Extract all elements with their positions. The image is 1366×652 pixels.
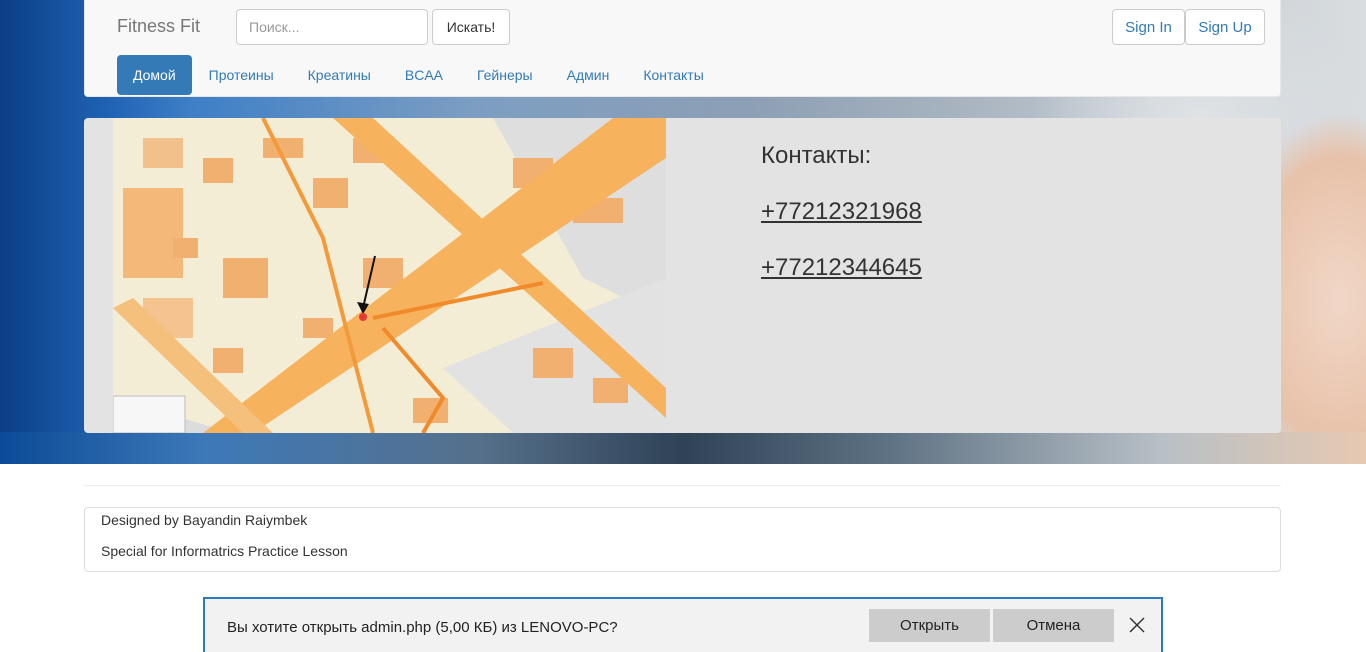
close-icon[interactable] bbox=[1127, 615, 1147, 635]
brand-logo[interactable]: Fitness Fit bbox=[117, 16, 200, 37]
tab-gainers[interactable]: Гейнеры bbox=[460, 55, 550, 95]
cancel-download-button[interactable]: Отмена bbox=[993, 609, 1114, 642]
divider bbox=[84, 485, 1281, 486]
phone-link-2[interactable]: +77212344645 bbox=[761, 254, 922, 282]
search-input[interactable] bbox=[236, 9, 428, 45]
footer-note: Special for Informatrics Practice Lesson bbox=[101, 543, 348, 559]
tab-bcaa[interactable]: BCAA bbox=[388, 55, 460, 95]
nav-tabs: Домой Протеины Креатины BCAA Гейнеры Адм… bbox=[117, 55, 721, 95]
open-file-button[interactable]: Открыть bbox=[869, 609, 990, 642]
navbar: Fitness Fit Искать! Sign In Sign Up Домо… bbox=[84, 0, 1281, 97]
phone-link-1[interactable]: +77212321968 bbox=[761, 198, 922, 226]
footer-credit: Designed by Bayandin Raiymbek bbox=[101, 512, 308, 528]
download-prompt-bar: Вы хотите открыть admin.php (5,00 КБ) из… bbox=[203, 597, 1163, 652]
tab-contacts[interactable]: Контакты bbox=[626, 55, 720, 95]
download-prompt-message: Вы хотите открыть admin.php (5,00 КБ) из… bbox=[227, 619, 618, 636]
contacts-block: Контакты: +77212321968 +77212344645 bbox=[761, 142, 922, 310]
sign-up-button[interactable]: Sign Up bbox=[1185, 9, 1265, 45]
tab-proteins[interactable]: Протеины bbox=[192, 55, 291, 95]
contacts-jumbotron: Контакты: +77212321968 +77212344645 bbox=[84, 118, 1281, 433]
search-button[interactable]: Искать! bbox=[432, 9, 510, 45]
tab-home[interactable]: Домой bbox=[117, 55, 192, 95]
location-map-image bbox=[113, 118, 666, 433]
sign-in-button[interactable]: Sign In bbox=[1112, 9, 1185, 45]
footer-panel: Designed by Bayandin Raiymbek Special fo… bbox=[84, 507, 1281, 572]
tab-admin[interactable]: Админ bbox=[550, 55, 627, 95]
hero-background-strip bbox=[0, 432, 1366, 464]
contacts-heading: Контакты: bbox=[761, 142, 872, 169]
map-graphic bbox=[113, 118, 666, 433]
tab-creatines[interactable]: Креатины bbox=[291, 55, 388, 95]
